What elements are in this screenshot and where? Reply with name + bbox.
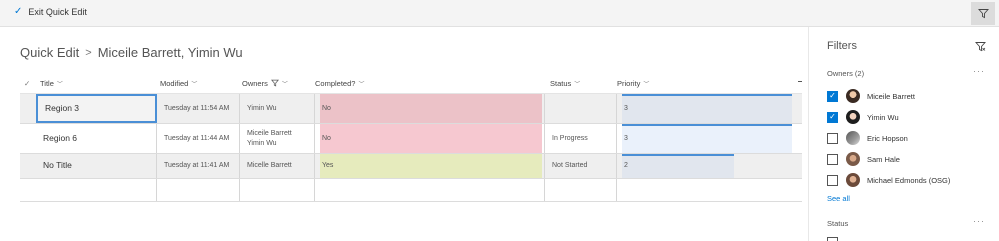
- breadcrumb: Quick Edit > Miceile Barrett, Yimin Wu: [20, 45, 243, 60]
- more-icon[interactable]: ···: [973, 216, 985, 226]
- modified-cell[interactable]: Tuesday at 11:44 AM: [157, 124, 240, 153]
- command-bar: ✓ Exit Quick Edit: [0, 0, 999, 27]
- filter-pane-button[interactable]: [971, 2, 995, 25]
- chevron-down-icon: ﹀: [574, 81, 581, 88]
- avatar: [846, 152, 860, 166]
- owners-cell[interactable]: Miceile Barrett Yimin Wu: [240, 124, 315, 153]
- completed-cell[interactable]: [315, 179, 545, 201]
- title-cell[interactable]: [36, 179, 157, 201]
- checkbox-icon[interactable]: [827, 132, 838, 144]
- status-cell[interactable]: [545, 94, 617, 123]
- column-filter-icon: [270, 79, 279, 87]
- table-row[interactable]: No Title Tuesday at 11:41 AM Micelle Bar…: [20, 154, 802, 179]
- filters-pane: Filters Owners (2) ··· ✓ Miceile Barrett…: [808, 27, 999, 241]
- filter-icon: [977, 9, 989, 19]
- modified-cell[interactable]: [157, 179, 240, 201]
- avatar: [846, 110, 860, 124]
- table-row[interactable]: Region 3 Tuesday at 11:54 AM Yimin Wu No…: [20, 94, 802, 124]
- column-header-modified[interactable]: Modified ﹀: [160, 73, 197, 93]
- exit-quick-edit-button[interactable]: ✓ Exit Quick Edit: [14, 6, 87, 17]
- exit-quick-edit-label: Exit Quick Edit: [28, 6, 87, 17]
- avatar: [846, 131, 860, 145]
- avatar: [846, 173, 860, 187]
- select-all-check-icon[interactable]: ✓: [24, 73, 30, 93]
- chevron-down-icon: ﹀: [191, 81, 198, 88]
- clear-filter-icon[interactable]: [975, 41, 986, 52]
- owners-cell[interactable]: Yimin Wu: [240, 94, 315, 123]
- breadcrumb-separator: >: [85, 46, 92, 59]
- column-header-owners[interactable]: Owners ﹀: [242, 73, 288, 93]
- breadcrumb-current: Miceile Barrett, Yimin Wu: [97, 45, 243, 60]
- column-header-status[interactable]: Status ﹀: [550, 73, 580, 93]
- filter-option-sam-hale[interactable]: Sam Hale: [827, 151, 900, 167]
- new-row[interactable]: [20, 179, 802, 202]
- chevron-down-icon: ﹀: [281, 81, 288, 88]
- column-header-title[interactable]: Title ﹀: [40, 73, 63, 93]
- column-header-completed[interactable]: Completed? ﹀: [315, 73, 364, 93]
- table-row[interactable]: Region 6 Tuesday at 11:44 AM Miceile Bar…: [20, 124, 802, 154]
- filter-option-miceile-barrett[interactable]: ✓ Miceile Barrett: [827, 88, 915, 104]
- completed-cell[interactable]: No: [315, 124, 545, 153]
- main-content: Quick Edit > Miceile Barrett, Yimin Wu ✓…: [0, 27, 808, 241]
- status-cell[interactable]: Not Started: [545, 154, 617, 178]
- owners-cell[interactable]: [240, 179, 315, 201]
- column-header-priority[interactable]: Priority ﹀: [617, 73, 649, 93]
- check-icon: ✓: [14, 6, 23, 17]
- filters-title: Filters: [827, 40, 857, 52]
- title-cell[interactable]: Region 3: [36, 94, 157, 123]
- filter-option-yimin-wu[interactable]: ✓ Yimin Wu: [827, 109, 899, 125]
- owners-section-label: Owners (2): [827, 69, 865, 78]
- completed-cell[interactable]: Yes: [315, 154, 545, 178]
- checkbox-icon[interactable]: [827, 153, 838, 165]
- priority-cell[interactable]: 3: [617, 94, 797, 123]
- more-icon[interactable]: ···: [973, 66, 985, 76]
- see-all-link[interactable]: See all: [827, 194, 850, 203]
- checkbox-icon[interactable]: [827, 174, 838, 186]
- priority-cell[interactable]: [617, 179, 797, 201]
- checkbox-icon[interactable]: [827, 237, 838, 241]
- filter-option-eric-hopson[interactable]: Eric Hopson: [827, 130, 908, 146]
- status-cell[interactable]: [545, 179, 617, 201]
- owners-cell[interactable]: Micelle Barrett: [240, 154, 315, 178]
- priority-cell[interactable]: 2: [617, 154, 797, 178]
- priority-cell[interactable]: 3: [617, 124, 797, 153]
- chevron-down-icon: ﹀: [358, 81, 365, 88]
- modified-cell[interactable]: Tuesday at 11:41 AM: [157, 154, 240, 178]
- avatar: [846, 89, 860, 103]
- status-section-label: Status: [827, 219, 849, 228]
- completed-cell[interactable]: No: [315, 94, 545, 123]
- breadcrumb-root[interactable]: Quick Edit: [20, 45, 79, 60]
- title-cell[interactable]: No Title: [36, 154, 157, 178]
- chevron-down-icon: ﹀: [56, 81, 63, 88]
- title-cell[interactable]: Region 6: [36, 124, 157, 153]
- checkbox-checked-icon[interactable]: ✓: [827, 90, 838, 102]
- checkbox-checked-icon[interactable]: ✓: [827, 111, 838, 123]
- column-resize-handle[interactable]: [798, 81, 802, 82]
- status-cell[interactable]: In Progress: [545, 124, 617, 153]
- modified-cell[interactable]: Tuesday at 11:54 AM: [157, 94, 240, 123]
- filter-option-michael-edmonds[interactable]: Michael Edmonds (OSG): [827, 172, 950, 188]
- chevron-down-icon: ﹀: [643, 81, 650, 88]
